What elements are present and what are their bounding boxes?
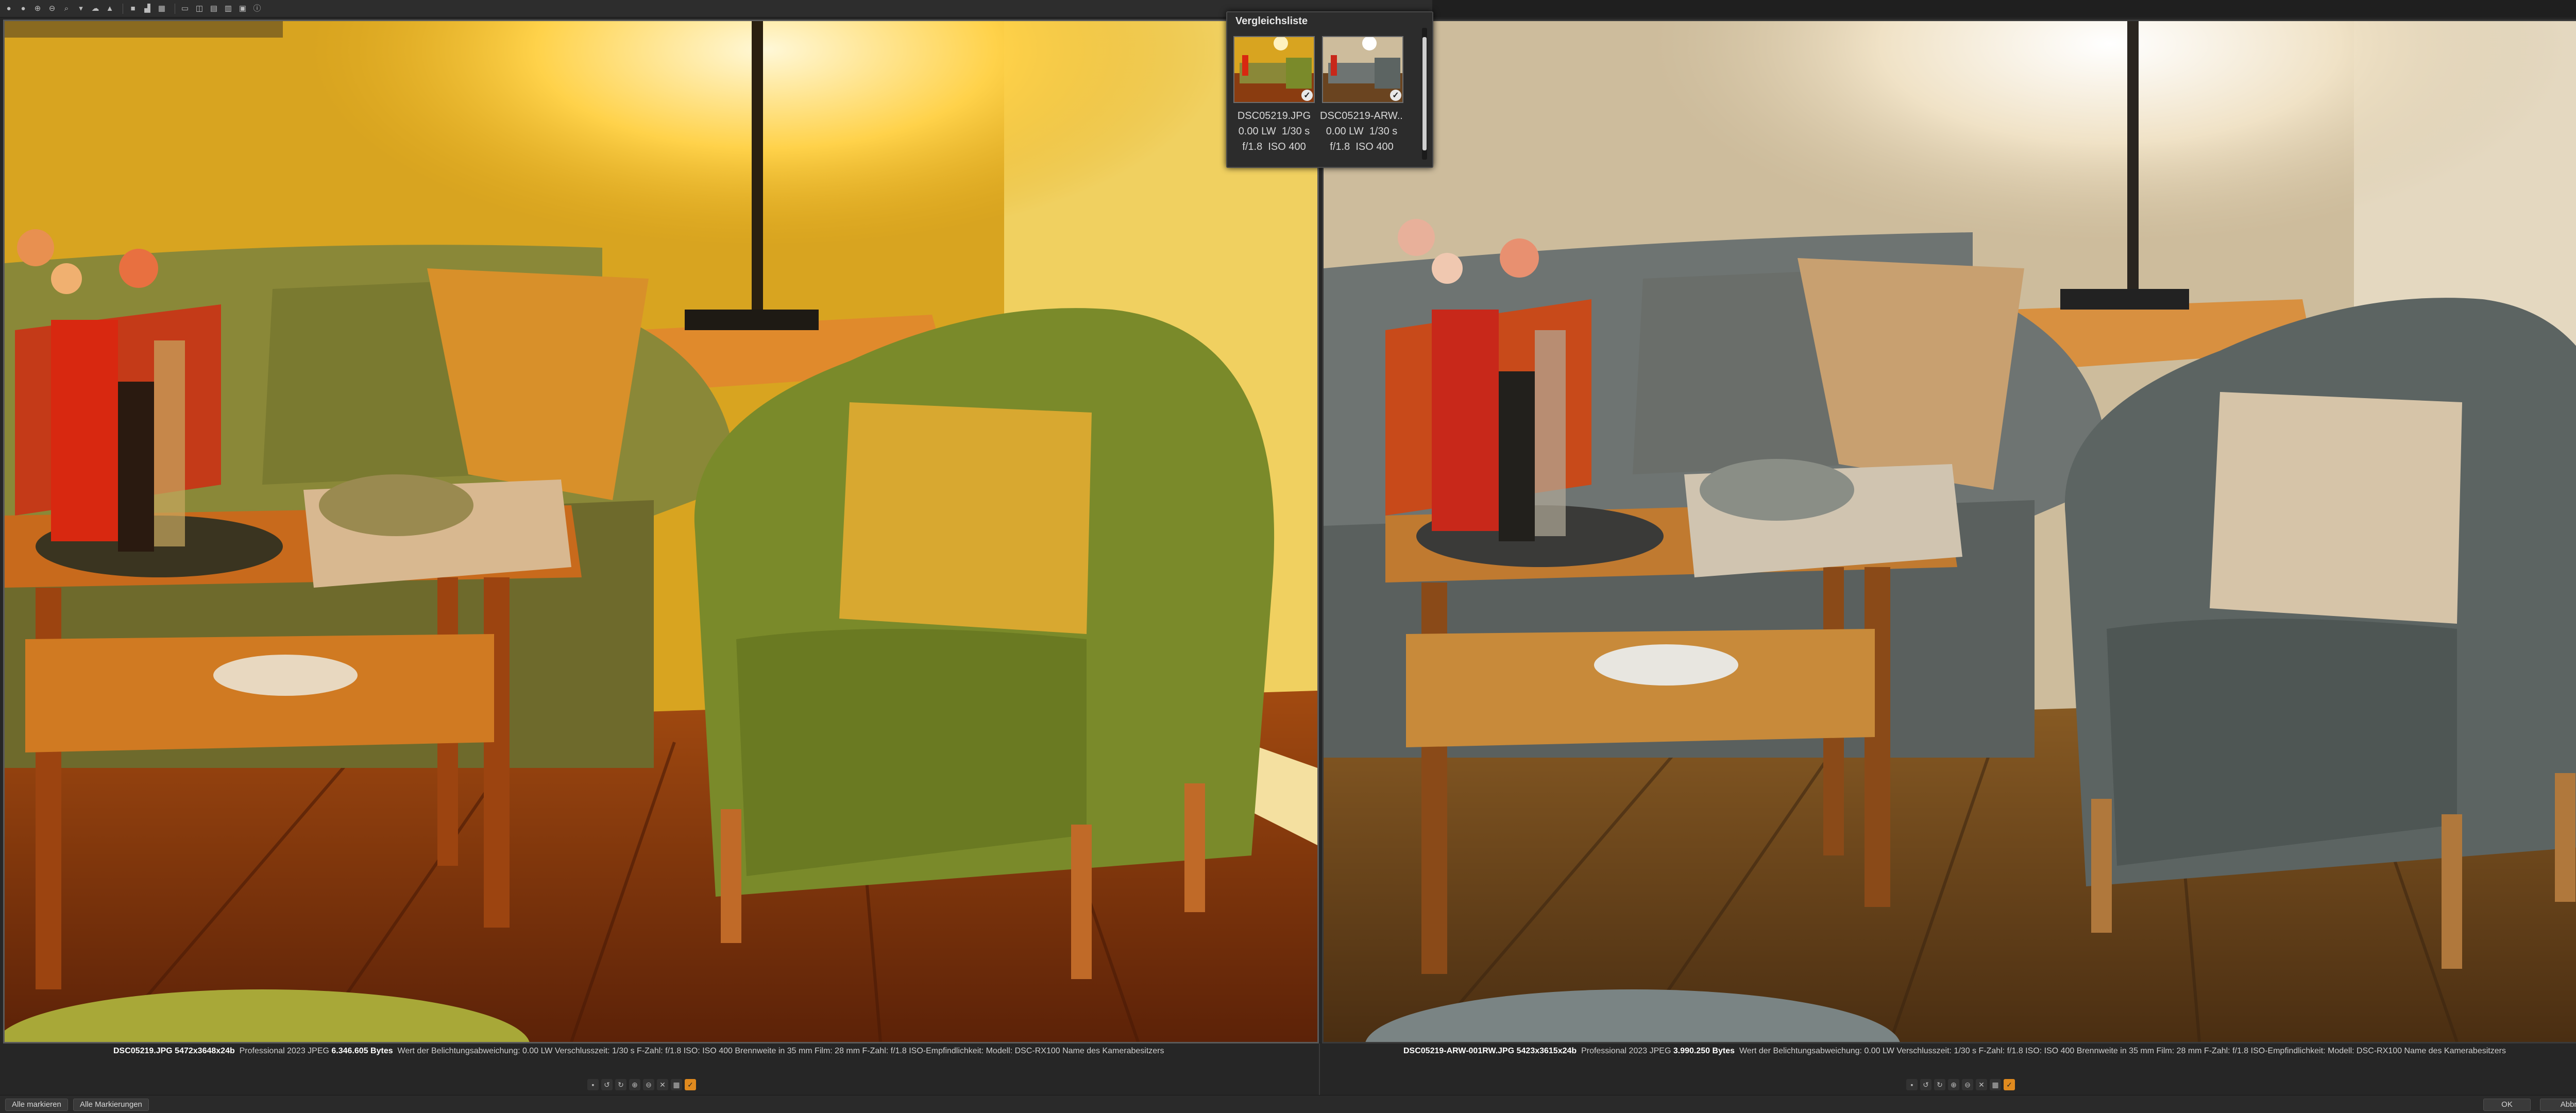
zoom-in-icon[interactable]: ⊕ <box>629 1079 640 1090</box>
image-pane-left[interactable] <box>3 20 1319 1043</box>
scrollbar-thumb[interactable] <box>1422 37 1427 150</box>
zoom-in-icon[interactable]: ⊕ <box>32 3 43 14</box>
compare-item-aperture: f/1.8 ISO 400 <box>1242 141 1306 152</box>
square-icon[interactable]: ■ <box>127 3 139 14</box>
toolbar-filler <box>1432 0 2576 18</box>
zoom-fit-icon[interactable]: ⌕ <box>61 3 72 14</box>
image-info-right: DSC05219-ARW-001RW.JPG 5423x3615x24b Pro… <box>1403 1043 2576 1059</box>
info-format: Professional 2023 JPEG <box>239 1047 329 1055</box>
checked-icon[interactable]: ✓ <box>1301 90 1313 101</box>
info-filename: DSC05219-ARW-001RW.JPG 5423x3615x24b <box>1403 1047 1577 1055</box>
mark-all-button[interactable]: Alle markieren <box>5 1099 68 1111</box>
layout-icon[interactable]: ▭ <box>179 3 191 14</box>
checked-icon[interactable]: ✓ <box>1390 90 1401 101</box>
checkmark-icon[interactable]: ✓ <box>2004 1079 2015 1090</box>
compare-item-name: DSC05219-ARW... <box>1320 110 1403 122</box>
dropdown-icon[interactable]: ▾ <box>75 3 87 14</box>
grid-icon[interactable]: ▦ <box>1990 1079 2001 1090</box>
zoom-in-icon[interactable]: ⊕ <box>1948 1079 1959 1090</box>
compare-item-info-jpg: DSC05219.JPG 0.00 LW 1/30 s f/1.8 ISO 40… <box>1232 108 1316 155</box>
photo-raw <box>1324 21 2576 1042</box>
warning-icon[interactable]: ▲ <box>104 3 115 14</box>
circle-icon[interactable]: ● <box>18 3 29 14</box>
rotate-left-icon[interactable]: ↺ <box>601 1079 613 1090</box>
image-pane-right[interactable] <box>1322 20 2576 1043</box>
grid-icon[interactable]: ▦ <box>156 3 167 14</box>
circle-icon[interactable]: ● <box>3 3 14 14</box>
layout-icon[interactable]: ▤ <box>208 3 219 14</box>
image-toolbar-left: ▪ ↺ ↻ ⊕ ⊖ ✕ ▦ ✓ <box>587 1077 699 1092</box>
compare-item-exposure: 0.00 LW 1/30 s <box>1326 126 1398 137</box>
info-exif: Wert der Belichtungsabweichung: 0.00 LW … <box>1739 1047 2506 1055</box>
zoom-out-icon[interactable]: ⊖ <box>1962 1079 1973 1090</box>
info-icon[interactable]: ⓘ <box>251 3 263 14</box>
compare-list-scrollbar[interactable] <box>1422 28 1427 160</box>
compare-thumbnail-jpg[interactable]: ✓ <box>1233 36 1315 103</box>
unmark-all-button[interactable]: Alle Markierungen <box>73 1099 149 1111</box>
rotate-left-icon[interactable]: ↺ <box>1920 1079 1931 1090</box>
close-icon[interactable]: ✕ <box>657 1079 668 1090</box>
layout-icon[interactable]: ◫ <box>194 3 205 14</box>
cloud-icon[interactable]: ☁ <box>90 3 101 14</box>
pane-divider <box>1319 1043 1320 1095</box>
rotate-right-icon[interactable]: ↻ <box>615 1079 626 1090</box>
cancel-button[interactable]: Abbrechen <box>2540 1099 2576 1111</box>
compare-item-exposure: 0.00 LW 1/30 s <box>1238 126 1310 137</box>
photo-jpg <box>5 21 1317 1042</box>
info-size: 3.990.250 Bytes <box>1673 1047 1735 1055</box>
ok-button[interactable]: OK <box>2483 1099 2531 1111</box>
image-info-left: DSC05219.JPG 5472x3648x24b Professional … <box>113 1043 1314 1059</box>
compare-item-info-raw: DSC05219-ARW... 0.00 LW 1/30 s f/1.8 ISO… <box>1320 108 1403 155</box>
checkmark-icon[interactable]: ✓ <box>685 1079 696 1090</box>
info-filename: DSC05219.JPG 5472x3648x24b <box>113 1047 235 1055</box>
layout-icon[interactable]: ▥ <box>223 3 234 14</box>
compare-list-panel: Vergleichsliste ✓ DSC05219.JPG 0.00 LW 1… <box>1226 11 1433 168</box>
compare-list-title: Vergleichsliste <box>1235 15 1308 27</box>
compare-item-name: DSC05219.JPG <box>1237 110 1311 122</box>
histogram-icon[interactable]: ▟ <box>142 3 153 14</box>
info-size: 6.346.605 Bytes <box>331 1047 393 1055</box>
compare-item-aperture: f/1.8 ISO 400 <box>1330 141 1394 152</box>
zoom-out-icon[interactable]: ⊖ <box>643 1079 654 1090</box>
grid-icon[interactable]: ▦ <box>671 1079 682 1090</box>
compare-thumbnail-raw[interactable]: ✓ <box>1322 36 1403 103</box>
layout-icon[interactable]: ▣ <box>237 3 248 14</box>
close-icon[interactable]: ✕ <box>1976 1079 1987 1090</box>
zoom-out-icon[interactable]: ⊖ <box>46 3 58 14</box>
rotate-right-icon[interactable]: ↻ <box>1934 1079 1945 1090</box>
save-icon[interactable]: ▪ <box>587 1079 599 1090</box>
status-bar: Alle markieren Alle Markierungen OK Abbr… <box>0 1095 2576 1113</box>
info-format: Professional 2023 JPEG <box>1581 1047 1671 1055</box>
info-exif: Wert der Belichtungsabweichung: 0.00 LW … <box>397 1047 1164 1055</box>
image-toolbar-right: ▪ ↺ ↻ ⊕ ⊖ ✕ ▦ ✓ <box>1906 1077 2018 1092</box>
save-icon[interactable]: ▪ <box>1906 1079 1918 1090</box>
